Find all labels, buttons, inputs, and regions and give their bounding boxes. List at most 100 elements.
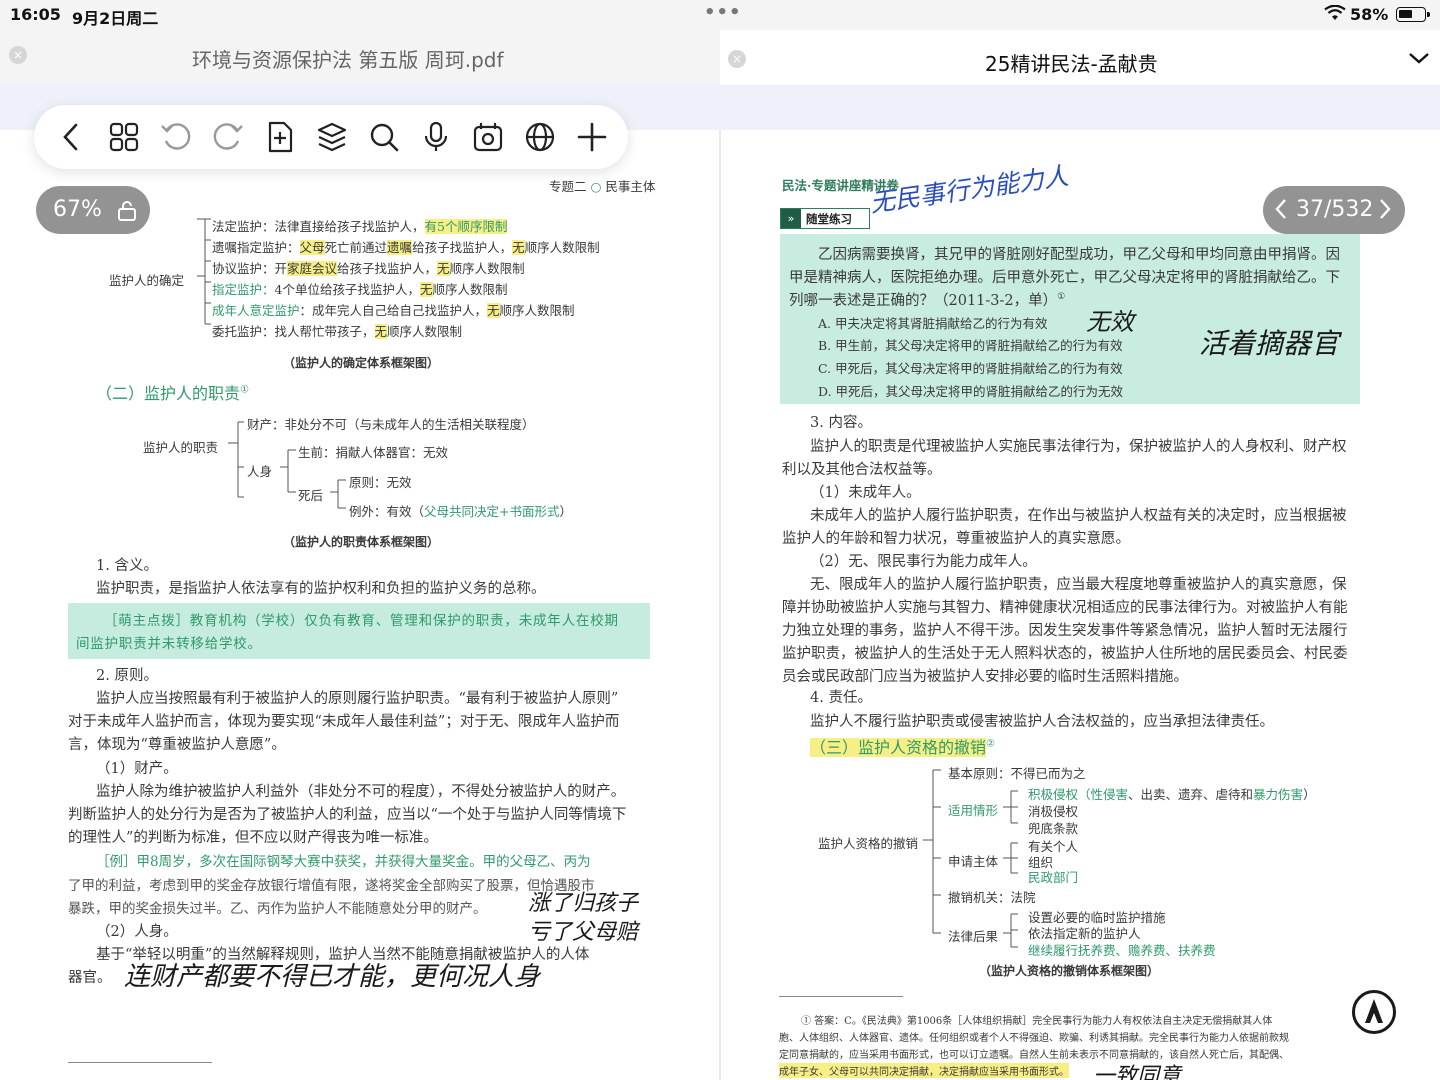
section-heading: （二）监护人的职责① <box>96 384 249 403</box>
diagram-item: 适用情形 <box>948 803 999 818</box>
wifi-icon <box>1324 5 1346 20</box>
document-tab-left[interactable]: × 环境与资源保护法 第五版 周珂.pdf <box>0 30 720 85</box>
footnote: 定同意捐献的，应当采用书面形式，也可以订立遗嘱。自然人生前未表示不同意捐献的，该… <box>779 1050 1289 1061</box>
zoom-level: 67% <box>53 197 102 222</box>
diagram-item: 基本原则：不得已而为之 <box>948 766 1086 781</box>
handwritten-note: 无民事行为能力人 <box>868 161 1071 218</box>
footnote: 成年子女、父母可以共同决定捐献，决定捐献应当采用书面形式。 <box>779 1063 1069 1078</box>
paragraph: （2）人身。 <box>96 924 178 940</box>
status-bar: 16:05 9月2日周二 ••• 58% <box>0 0 1440 30</box>
diagram-item: 撤销机关：法院 <box>948 890 1036 905</box>
handwritten-note: 连财产都要不得已才能，更何况人身 <box>124 962 541 992</box>
diagram-item: 遗嘱指定监护：父母死亡前通过遗嘱给孩子找监护人，无顺序人数限制 <box>212 240 600 255</box>
paragraph: 的理性人”的判断为标准，但不应以财产得丧为唯一标准。 <box>68 830 438 846</box>
diagram-item: 协议监护：开家庭会议给孩子找监护人，无顺序人数限制 <box>212 261 525 276</box>
paragraph: 监护人的年龄和智力状况，尊重被监护人的真实意愿。 <box>782 531 1130 547</box>
battery-percent: 58% <box>1350 5 1389 24</box>
chevrons-icon: » <box>781 209 801 228</box>
diagram-root: 监护人的职责 <box>143 440 219 455</box>
paragraph: 监护职责，是指监护人依法享有的监护权利和负担的监护义务的总称。 <box>96 581 546 597</box>
paragraph: 监护人的职责是代理被监护人实施民事法律行为，保护被监护人的人身权利、财产权 <box>810 439 1347 455</box>
undo-icon[interactable] <box>158 119 194 155</box>
footnote: 胞、人体组织、人体器官、遗体。任何组织或者个人不得强迫、欺骗、利诱其捐献。完全民… <box>779 1033 1289 1044</box>
diagram-item: 委托监护：找人帮忙带孩子，无顺序人数限制 <box>212 324 463 339</box>
tips-text: 间监护职责并未转移给学校。 <box>76 636 262 652</box>
diagram-caption: （监护人资格的撤销体系框架图） <box>979 964 1160 978</box>
annotation-toolbar <box>34 105 628 169</box>
paragraph: 器官。 <box>68 970 112 986</box>
status-time: 16:05 <box>10 5 61 24</box>
diagram-caption: （监护人的职责体系框架图） <box>283 535 440 549</box>
paragraph: 言，体现为“尊重被监护人意愿”。 <box>68 737 286 753</box>
status-date: 9月2日周二 <box>72 9 159 28</box>
chevron-left-icon[interactable] <box>1273 196 1289 222</box>
tips-text: ［萌主点拨］教育机构（学校）仅负有教育、管理和保护的职责，未成年人在校期 <box>104 613 619 629</box>
chevron-right-icon[interactable] <box>1377 196 1393 222</box>
example-text: 了甲的利益，考虑到甲的奖金存放银行增值有限，遂将奖金全部购买了股票，但恰遇股市 <box>68 878 595 894</box>
paragraph: （1）未成年人。 <box>810 485 921 501</box>
redo-icon[interactable] <box>210 119 246 155</box>
close-tab-icon[interactable]: × <box>9 46 27 64</box>
diagram-item: 生前：捐献人体器官：无效 <box>298 445 449 460</box>
page-number: 37/532 <box>1296 197 1374 222</box>
question-text: 乙因病需要换肾，其兄甲的肾脏刚好配型成功，甲乙父母和甲均同意由甲捐肾。因 <box>818 247 1340 263</box>
diagram-item: 法定监护：法律直接给孩子找监护人，有5个顺序限制 <box>212 219 508 234</box>
paragraph: 4. 责任。 <box>810 690 872 706</box>
document-tab-right[interactable]: × 25精讲民法-孟献贵 <box>720 34 1440 85</box>
handwritten-note: 一致同意 <box>1093 1064 1182 1080</box>
diagram-item: 指定监护：4个单位给孩子找监护人，无顺序人数限制 <box>212 282 508 297</box>
paragraph: （1）财产。 <box>96 761 178 777</box>
diagram-item: 兜底条款 <box>1028 821 1079 836</box>
diagram-item: 申请主体 <box>948 854 999 869</box>
circle-icon: ○ <box>590 179 602 194</box>
paragraph: 1. 含义。 <box>96 558 158 574</box>
diagram-item: 原则：无效 <box>349 475 412 490</box>
paragraph: 力独立处理的事务，监护人不得干涉。因发生突发事件等紧急情况，监护人暂时无法履行 <box>782 623 1348 639</box>
diagram-item: 人身 <box>247 464 273 479</box>
grid-icon[interactable] <box>106 119 142 155</box>
back-icon[interactable] <box>54 119 90 155</box>
example-text: ［例］甲8周岁，多次在国际钢琴大赛中获奖，并获得大量奖金。甲的父母乙、丙为 <box>96 854 591 870</box>
paragraph: 2. 原则。 <box>96 668 158 684</box>
diagram-item: 财产：非处分不可（与未成年人的生活相关联程度） <box>247 417 535 432</box>
diagram-item: 法律后果 <box>948 929 999 944</box>
paragraph: 监护人应当按照最有利于被监护人的原则履行监护职责。“最有利于被监护人原则” <box>96 691 619 707</box>
tab-title-right: 25精讲民法-孟献贵 <box>985 52 1158 76</box>
diagram-item: 民政部门 <box>1028 870 1079 885</box>
translate-icon[interactable] <box>522 119 558 155</box>
add-page-icon[interactable] <box>262 119 298 155</box>
footnote-divider <box>68 1062 212 1063</box>
diagram-item: 成年人意定监护：成年完人自己给自己找监护人，无顺序人数限制 <box>212 303 575 318</box>
diagram-item: 继续履行抚养费、赡养费、扶养费 <box>1028 943 1216 958</box>
microphone-icon[interactable] <box>418 119 454 155</box>
lock-icon[interactable] <box>116 200 138 222</box>
pdf-page-right[interactable]: 民法·专题讲座精讲卷 无民事行为能力人 » 随堂练习 乙因病需要换肾，其兄甲的肾… <box>721 130 1440 1080</box>
search-icon[interactable] <box>366 119 402 155</box>
diagram-root: 监护人资格的撤销 <box>818 836 919 851</box>
pdf-page-left[interactable]: 专题二 ○ 民事主体 监护人的确定 法定监护：法律直接给孩子找监护人，有5个顺序… <box>0 130 719 1080</box>
page-header-subtopic: 民事主体 <box>605 179 656 194</box>
paragraph: 利以及其他合法权益等。 <box>782 462 942 478</box>
add-icon[interactable] <box>574 119 610 155</box>
pen-tool-button[interactable] <box>1352 990 1396 1034</box>
paragraph: 无、限成年人的监护人履行监护职责，应当最大程度地尊重被监护人的真实意愿，保 <box>810 577 1347 593</box>
paragraph: 判断监护人的处分行为是否为了被监护人的利益，应当以“一个处于与监护人同等情境下 <box>68 807 627 823</box>
layers-icon[interactable] <box>314 119 350 155</box>
tab-title-left: 环境与资源保护法 第五版 周珂.pdf <box>192 48 504 72</box>
practice-label-box: » 随堂练习 <box>780 208 870 229</box>
diagram-item: 死后 <box>298 488 324 503</box>
paragraph: （2）无、限民事行为能力成年人。 <box>810 554 1037 570</box>
handwritten-note: 亏了父母赔 <box>528 920 639 945</box>
page-indicator[interactable]: 37/532 <box>1263 186 1405 234</box>
answer-option: D. 甲死后，其父母决定将甲的肾脏捐献给乙的行为无效 <box>818 384 1124 399</box>
handwritten-note: 活着摘器官 <box>1199 327 1340 360</box>
chevron-down-icon[interactable] <box>1406 48 1432 68</box>
multitasking-dots[interactable]: ••• <box>704 2 742 23</box>
record-icon[interactable] <box>470 119 506 155</box>
close-tab-icon[interactable]: × <box>728 50 746 68</box>
paragraph: 对于未成年人监护而言，体现为要实现“未成年人最佳利益”；对于无、限成年人监护而 <box>68 714 620 730</box>
paragraph: 监护人除为维护被监护人利益外（非处分不可的程度），不得处分被监护人的财产。 <box>96 784 626 800</box>
question-text: 列哪一表述是正确的？（2011-3-2，单）① <box>789 292 1066 309</box>
zoom-indicator[interactable]: 67% <box>36 186 150 234</box>
practice-label: 随堂练习 <box>806 212 852 226</box>
